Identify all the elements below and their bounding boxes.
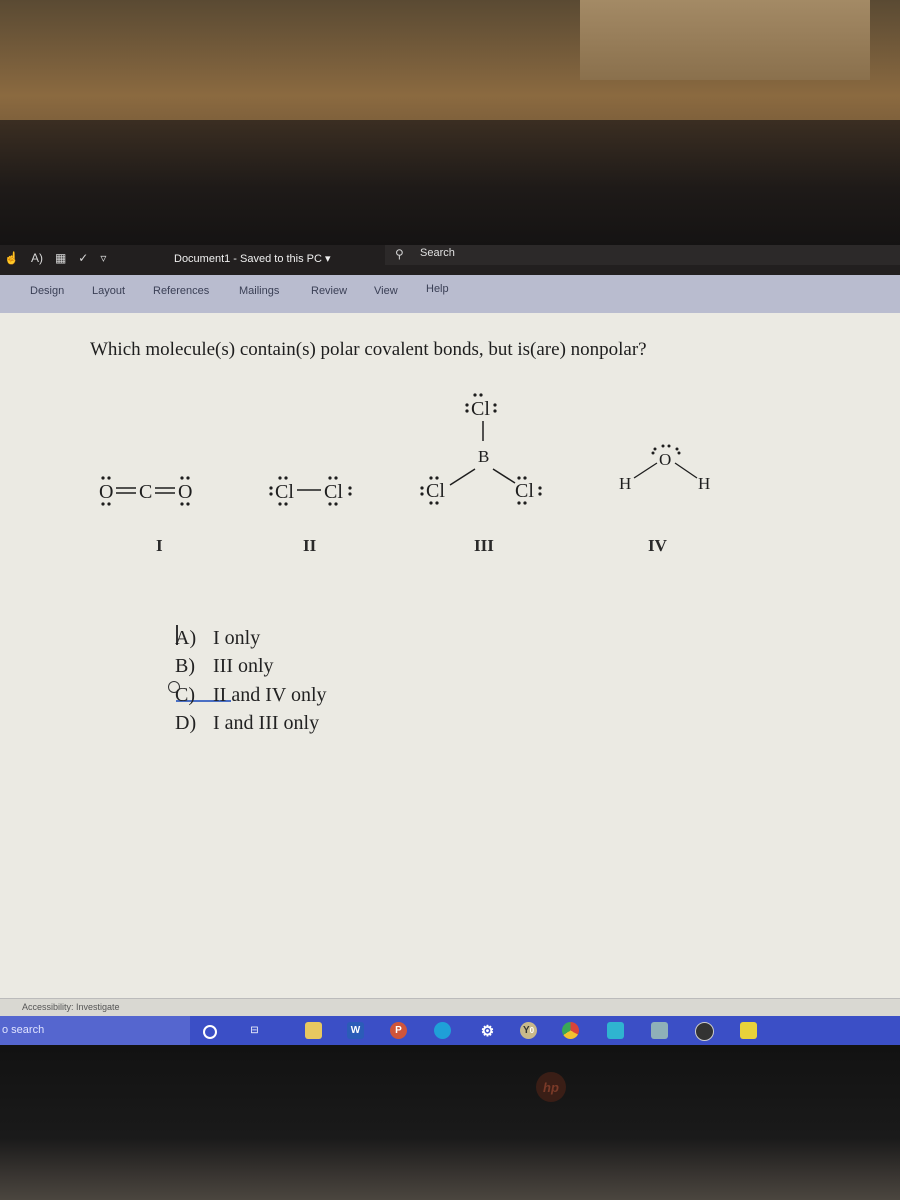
yammer-badge: 0 [529, 1026, 535, 1035]
choice-text: III only [213, 655, 274, 677]
status-bar: Accessibility: Investigate [0, 998, 900, 1017]
atom-cl-right: Cl [324, 481, 343, 503]
atom-cl-right: Cl [515, 480, 534, 502]
taskbar: o search ⊟ W P ⚙ Y0 [0, 1016, 900, 1045]
powerpoint-icon[interactable]: P [390, 1022, 407, 1039]
obs-icon[interactable] [695, 1022, 714, 1041]
laptop-bezel-bottom [0, 1045, 900, 1200]
bond [674, 462, 698, 479]
ribbon-tabs: Design Layout References Mailings Review… [0, 275, 900, 313]
bond [633, 462, 658, 479]
question-text: Which molecule(s) contain(s) polar coval… [90, 339, 647, 360]
yammer-icon[interactable]: Y0 [520, 1022, 537, 1039]
molecule-cl2-structure: Cl Cl [269, 476, 352, 506]
choice-letter: B) [175, 655, 195, 677]
choice-text: I and III only [213, 712, 320, 734]
molecule-h2o-structure: O H H [619, 444, 710, 493]
tab-layout[interactable]: Layout [92, 285, 125, 297]
choice-letter: D) [175, 712, 197, 734]
word-icon[interactable]: W [347, 1022, 364, 1039]
tab-view[interactable]: View [374, 285, 398, 297]
choice-letter: C) [175, 684, 195, 706]
atom-o: O [659, 450, 671, 469]
molecule-label-i: I [156, 536, 163, 555]
read-aloud-icon[interactable]: A) [31, 251, 43, 265]
molecule-label-iv: IV [648, 536, 667, 555]
task-view-icon[interactable]: ⊟ [246, 1022, 263, 1039]
document-title[interactable]: Document1 - Saved to this PC ▾ [174, 252, 331, 265]
layout-icon[interactable]: ▦ [55, 251, 66, 265]
touch-mode-icon[interactable]: ☝ [4, 251, 19, 265]
calculator-icon[interactable] [651, 1022, 668, 1039]
choice-a[interactable]: A) I only [175, 627, 260, 650]
atom-h-left: H [619, 474, 631, 493]
atom-o-left: O [99, 481, 113, 503]
edge-icon[interactable] [434, 1022, 451, 1039]
title-bar: ☝ A) ▦ ✓ ▿ Document1 - Saved to this PC … [0, 245, 900, 275]
sticky-notes-icon[interactable] [740, 1022, 757, 1039]
molecule-label-iii: III [474, 536, 494, 555]
bond [449, 468, 476, 486]
background-panel [580, 0, 870, 80]
atom-cl-left: Cl [426, 480, 445, 502]
atom-cl-left: Cl [275, 481, 294, 503]
tab-review[interactable]: Review [311, 285, 347, 297]
molecule-label-ii: II [303, 536, 317, 555]
choice-c[interactable]: C) II and IV only [175, 684, 327, 707]
choice-text: I only [213, 627, 261, 649]
spelling-icon[interactable]: ✓ [78, 251, 88, 265]
atom-cl-top: Cl [471, 398, 490, 420]
quick-access-toolbar: ☝ A) ▦ ✓ ▿ [4, 251, 106, 265]
settings-icon[interactable]: ⚙ [479, 1022, 496, 1040]
hp-logo: hp [536, 1072, 566, 1102]
molecule-co2-structure: O C O [99, 476, 192, 506]
atom-b: B [478, 447, 489, 466]
customize-icon[interactable]: ▿ [100, 251, 106, 265]
chrome-icon[interactable] [562, 1022, 579, 1039]
tab-design[interactable]: Design [30, 285, 64, 297]
bond [492, 468, 516, 484]
search-box[interactable]: ⚲ Search [385, 245, 900, 265]
search-label: Search [420, 247, 455, 259]
choice-letter: A) [175, 627, 197, 649]
atom-c: C [139, 481, 152, 503]
laptop-bezel-top [0, 120, 900, 245]
atom-o-right: O [178, 481, 192, 503]
molecule-bcl3-structure: Cl B Cl Cl [420, 393, 542, 505]
calendar-icon[interactable] [607, 1022, 624, 1039]
choice-b[interactable]: B) III only [175, 655, 274, 678]
taskbar-search-placeholder: o search [2, 1024, 45, 1036]
search-icon: ⚲ [395, 247, 404, 261]
atom-h-right: H [698, 474, 710, 493]
accessibility-status[interactable]: Accessibility: Investigate [22, 1002, 120, 1012]
tab-references[interactable]: References [153, 285, 209, 297]
tab-mailings[interactable]: Mailings [239, 285, 279, 297]
file-explorer-icon[interactable] [305, 1022, 322, 1039]
screen: ☝ A) ▦ ✓ ▿ Document1 - Saved to this PC … [0, 245, 900, 1045]
choice-text: II and IV only [213, 684, 327, 706]
taskbar-search[interactable]: o search [0, 1016, 190, 1045]
document-page[interactable]: Which molecule(s) contain(s) polar coval… [0, 313, 900, 1003]
tab-help[interactable]: Help [426, 283, 449, 295]
choice-d[interactable]: D) I and III only [175, 712, 319, 735]
cortana-icon[interactable] [203, 1025, 217, 1039]
